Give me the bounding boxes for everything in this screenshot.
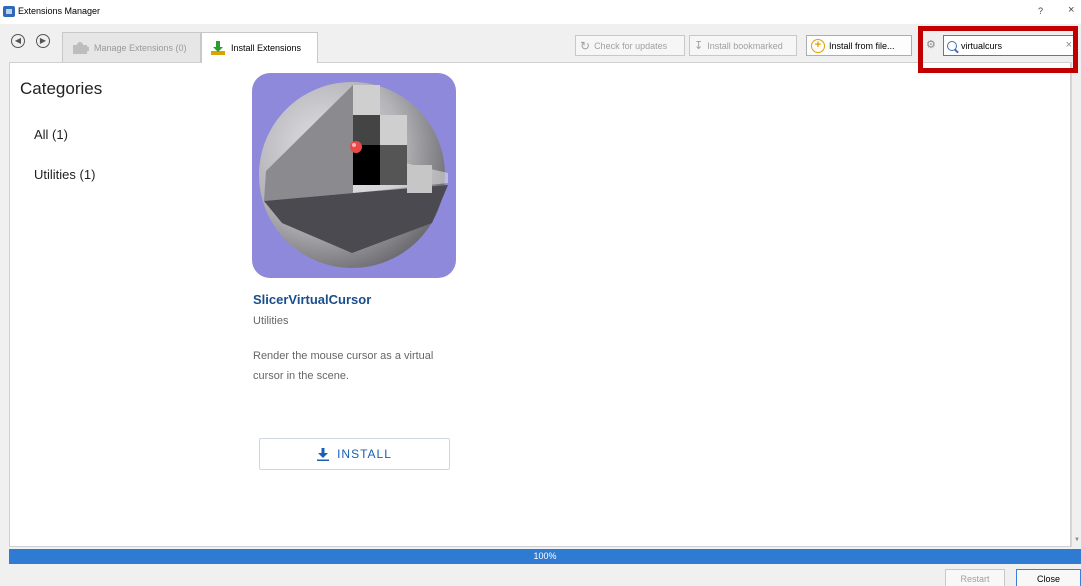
extension-category: Utilities (253, 315, 289, 327)
install-bookmarked-label: Install bookmarked (707, 40, 783, 51)
check-updates-label: Check for updates (594, 40, 668, 51)
back-icon[interactable]: ◀ (11, 34, 25, 48)
progress-label: 100% (533, 551, 557, 561)
wrench-icon[interactable]: ⚙ (926, 38, 938, 52)
extensions-manager-window: Extensions Manager ? × ◀ ▶ Manage Extens… (0, 0, 1081, 586)
bookmark-download-icon: ↧ (694, 40, 704, 52)
search-icon (947, 40, 957, 51)
category-utilities[interactable]: Utilities (1) (34, 167, 95, 182)
tab-install-label: Install Extensions (231, 43, 302, 53)
scroll-down-icon[interactable]: ▼ (1074, 537, 1080, 543)
clear-search-icon[interactable]: × (1066, 39, 1072, 51)
sphere-cursor-image (259, 82, 448, 268)
download-icon (317, 447, 330, 461)
refresh-icon: ↻ (580, 38, 591, 53)
install-download-icon (211, 41, 225, 55)
tab-install-extensions[interactable]: Install Extensions (201, 32, 318, 63)
install-button[interactable]: INSTALL (259, 438, 450, 470)
check-updates-button[interactable]: ↻ Check for updates (575, 35, 685, 56)
search-input[interactable] (961, 40, 1071, 51)
install-from-file-label: Install from file... (829, 40, 895, 51)
extension-thumbnail[interactable] (252, 73, 456, 278)
extension-name[interactable]: SlicerVirtualCursor (253, 292, 371, 307)
install-from-file-button[interactable]: + Install from file... (806, 35, 912, 56)
tab-manage-extensions[interactable]: Manage Extensions (0) (62, 32, 201, 62)
extensions-content: Categories All (1) Utilities (1) SlicerV… (9, 62, 1071, 547)
categories-title: Categories (20, 79, 103, 98)
progress-bar: 100% (9, 549, 1081, 564)
vertical-scrollbar[interactable]: ▼ (1071, 62, 1081, 547)
tab-manage-label: Manage Extensions (0) (94, 42, 187, 53)
search-box[interactable]: × (943, 35, 1078, 56)
restart-button[interactable]: Restart (945, 569, 1005, 586)
category-all[interactable]: All (1) (34, 127, 68, 142)
plus-circle-icon: + (811, 38, 825, 53)
forward-icon[interactable]: ▶ (36, 34, 50, 48)
help-button[interactable]: ? (1038, 6, 1043, 16)
install-bookmarked-button[interactable]: ↧ Install bookmarked (689, 35, 797, 56)
app-icon (3, 6, 15, 17)
close-button[interactable]: Close (1016, 569, 1081, 586)
puzzle-icon (73, 41, 89, 54)
title-bar: Extensions Manager ? × (0, 0, 1081, 24)
window-close-button[interactable]: × (1068, 4, 1074, 16)
extension-description: Render the mouse cursor as a virtual cur… (253, 350, 434, 382)
window-title: Extensions Manager (18, 6, 101, 16)
install-label: INSTALL (337, 447, 392, 461)
